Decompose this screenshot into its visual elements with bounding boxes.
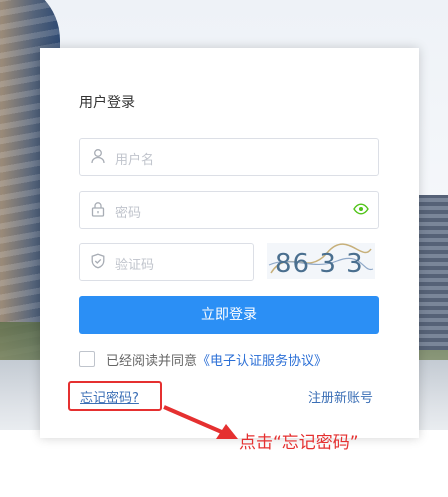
password-field[interactable]: 密码 (79, 191, 379, 229)
eye-icon[interactable] (353, 203, 369, 215)
agree-text: 已经阅读并同意 (106, 354, 198, 369)
captcha-code: 86 3 3 (275, 249, 364, 279)
captcha-image[interactable]: 86 3 3 (267, 243, 375, 279)
lock-icon (91, 202, 105, 217)
highlight-box (68, 381, 162, 411)
user-icon (91, 149, 105, 164)
password-placeholder: 密码 (115, 206, 142, 221)
captcha-placeholder: 验证码 (115, 258, 155, 273)
login-title: 用户登录 (79, 95, 135, 111)
arrow-icon (163, 405, 238, 439)
login-card: 用户登录 用户名 密码 验证码 86 3 3 立即登录 已经阅读并同意《电子认证… (40, 48, 419, 438)
shield-icon (91, 253, 105, 269)
agreement-link[interactable]: 《电子认证服务协议》 (197, 354, 327, 369)
login-button[interactable]: 立即登录 (79, 296, 379, 334)
instruction-text: 点击“忘记密码” (239, 433, 359, 453)
username-placeholder: 用户名 (115, 153, 155, 168)
agree-checkbox[interactable] (79, 351, 95, 367)
building-image (414, 195, 448, 350)
captcha-field[interactable]: 验证码 (79, 243, 254, 281)
username-field[interactable]: 用户名 (79, 138, 379, 176)
register-link[interactable]: 注册新账号 (308, 387, 373, 406)
